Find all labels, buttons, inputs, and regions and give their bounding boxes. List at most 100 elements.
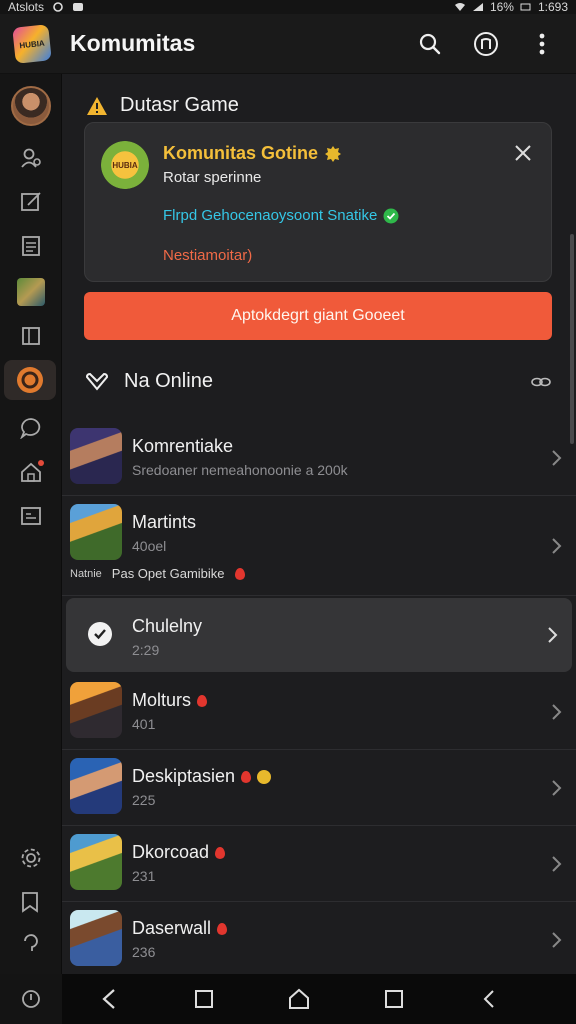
wifi-icon: [454, 3, 465, 11]
overview-button[interactable]: [379, 984, 409, 1014]
power-button[interactable]: [0, 974, 62, 1024]
notification-icon: [53, 2, 63, 12]
member-extra-text: Pas Opet Gamibike: [111, 566, 225, 581]
main-content: Dutasr Game HUBIA Komunitas Gotine Rotar…: [62, 74, 576, 974]
rail-item-documents[interactable]: [0, 226, 62, 266]
checkmark-icon: [94, 629, 106, 640]
game-logo-text: HUBIA: [112, 160, 138, 170]
member-avatar: [70, 834, 122, 890]
member-name: Martints: [132, 512, 196, 533]
list-item[interactable]: Dkorcoad 231: [62, 826, 576, 902]
link-icon[interactable]: [530, 376, 552, 388]
carrier-text: Atslots: [8, 0, 45, 14]
chevron-right-icon: [552, 537, 562, 554]
heart-icon: [241, 770, 252, 783]
chat-icon: [20, 418, 41, 439]
list-item[interactable]: Komrentiake Sredoaner nemeahonoonie a 20…: [62, 420, 576, 496]
recents-button[interactable]: [189, 984, 219, 1014]
rail-item-settings[interactable]: [0, 838, 62, 878]
list-item[interactable]: Martints 40oel Natnie Pas Opet Gamibike: [62, 496, 576, 596]
chevron-right-icon: [552, 779, 562, 796]
search-icon: [419, 33, 441, 54]
rail-item-library[interactable]: [0, 316, 62, 356]
notice-subtitle: Rotar sperinne: [163, 169, 262, 186]
notification-dot: [38, 460, 44, 466]
app-header: HUBIA Komumitas: [0, 14, 576, 74]
notice-card: HUBIA Komunitas Gotine Rotar sperinne Fl…: [84, 122, 552, 282]
heart-check-icon: [86, 372, 108, 391]
rail-item-community[interactable]: [4, 360, 56, 400]
member-avatar: [70, 428, 122, 484]
rail-item-help[interactable]: [0, 924, 62, 964]
home-button[interactable]: [284, 984, 314, 1014]
member-name: Dkorcoad: [132, 842, 226, 863]
page-title: Komumitas: [70, 30, 196, 56]
member-name-text: Dkorcoad: [132, 842, 210, 862]
member-name-text: Deskiptasien: [132, 766, 236, 786]
back-alt-button[interactable]: [474, 984, 504, 1014]
verified-icon: [383, 208, 399, 223]
member-name: Molturs: [132, 690, 208, 711]
power-icon: [22, 990, 40, 1008]
status-bar: Atslots 16% 1:693: [0, 0, 576, 14]
avatar[interactable]: [11, 86, 51, 126]
back-button[interactable]: [94, 984, 124, 1014]
list-item[interactable]: Daserwall 236: [62, 902, 576, 978]
left-rail: [0, 74, 62, 974]
online-header: Na Online: [86, 370, 552, 393]
list-item[interactable]: Molturs 401: [62, 674, 576, 750]
profile-button[interactable]: [468, 26, 504, 62]
badge-icon: [257, 769, 272, 784]
app-logo[interactable]: HUBIA: [12, 23, 52, 64]
more-menu-button[interactable]: [524, 26, 560, 62]
bookmark-icon: [22, 892, 38, 913]
member-list: Komrentiake Sredoaner nemeahonoonie a 20…: [62, 420, 576, 978]
member-avatar: [70, 682, 122, 738]
member-name-text: Chulelny: [132, 616, 203, 636]
document-icon: [22, 236, 40, 256]
member-avatar: [70, 504, 122, 560]
close-icon[interactable]: [513, 143, 533, 163]
member-name: Chulelny: [132, 616, 202, 637]
member-status: 2:29: [132, 642, 160, 658]
section-header: Dutasr Game: [86, 94, 239, 117]
primary-action-button[interactable]: Aptokdegrt giant Gooeet: [84, 292, 552, 340]
notice-note: Nestiamoitar): [163, 247, 253, 264]
game-thumbnail-icon: [17, 278, 45, 306]
heart-icon: [234, 567, 245, 580]
notice-title: Komunitas Gotine: [163, 143, 342, 164]
rail-item-bookmarks[interactable]: [0, 882, 62, 922]
rail-item-users[interactable]: [0, 138, 62, 178]
notice-title-text: Komunitas Gotine: [163, 143, 319, 163]
list-item[interactable]: Deskiptasien 225: [62, 750, 576, 826]
back-icon: [102, 989, 116, 1009]
chevron-right-icon: [548, 627, 558, 643]
book-icon: [22, 327, 40, 345]
online-title: Na Online: [124, 370, 213, 392]
edit-icon: [21, 192, 41, 211]
users-icon: [21, 148, 41, 168]
badge-icon: [325, 145, 342, 162]
member-extra: Natnie Pas Opet Gamibike: [70, 566, 245, 581]
notice-link-text: Flrpd Gehocenaoysoont Snatike: [163, 207, 378, 224]
chevron-right-icon: [552, 855, 562, 872]
home-nav-icon: [288, 988, 309, 1009]
list-item-selected[interactable]: Chulelny 2:29: [66, 598, 572, 672]
member-name-text: Molturs: [132, 690, 192, 710]
member-name-text: Martints: [132, 512, 197, 532]
member-status: 401: [132, 716, 156, 732]
scrollbar[interactable]: [570, 234, 574, 444]
rail-item-home[interactable]: [0, 452, 62, 492]
warning-icon: [87, 96, 107, 115]
rail-item-edit[interactable]: [0, 182, 62, 222]
member-name: Komrentiake: [132, 436, 233, 457]
square-icon: [195, 990, 214, 1008]
notice-link[interactable]: Flrpd Gehocenaoysoont Snatike: [163, 207, 399, 224]
message-icon: [73, 3, 84, 11]
settings-icon: [21, 848, 41, 868]
search-button[interactable]: [412, 26, 448, 62]
rail-item-gallery[interactable]: [0, 496, 62, 536]
rail-item-game[interactable]: [0, 272, 62, 312]
app-logo-text: HUBIA: [18, 37, 46, 50]
rail-item-chat[interactable]: [0, 408, 62, 448]
